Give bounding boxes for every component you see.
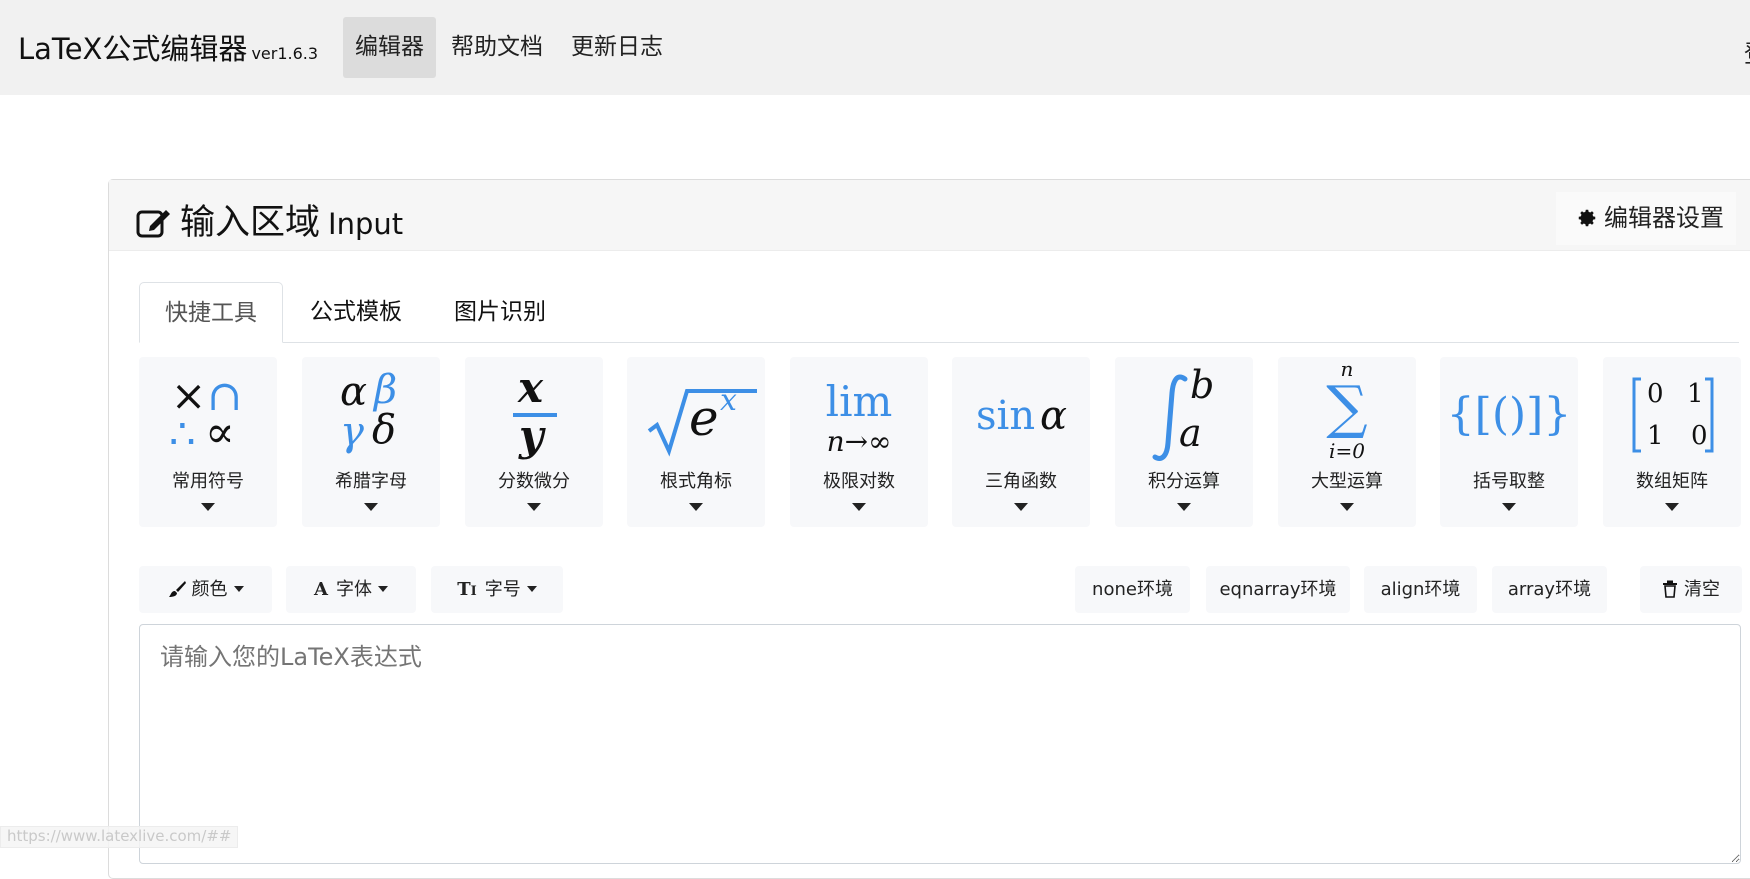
tab-quick-tools[interactable]: 快捷工具 [139, 282, 283, 343]
tool-label: 根式角标 [660, 471, 732, 492]
matrix-icon: 0 1 1 0 [1603, 363, 1741, 473]
brand-title: LaTeX公式编辑器 [18, 32, 248, 66]
tool-trig[interactable]: sin α 三角函数 [952, 357, 1090, 527]
editor-settings-button[interactable]: 编辑器设置 [1556, 192, 1736, 245]
font-dropdown-button[interactable]: A 字体 [286, 566, 416, 613]
tool-fraction[interactable]: x y 分数微分 [465, 357, 603, 527]
chevron-down-icon [852, 503, 866, 511]
input-card-header: 输入区域 Input 编辑器设置 [109, 180, 1750, 251]
chevron-down-icon [201, 503, 215, 511]
card-title-text: 输入区域 [180, 203, 321, 243]
greek-letters-icon: α β γ δ [340, 367, 398, 455]
nav-item-help[interactable]: 帮助文档 [439, 17, 555, 78]
trig-icon: sin α [976, 393, 1068, 439]
env-align-button[interactable]: align环境 [1364, 566, 1477, 613]
edit-icon [136, 206, 172, 247]
integral-icon: b a [1115, 363, 1253, 473]
limit-icon: lim n→∞ [825, 377, 893, 458]
chevron-down-icon [1665, 503, 1679, 511]
brush-icon [168, 581, 186, 597]
tool-big-operators[interactable]: n ∑ i=0 大型运算 [1278, 357, 1416, 527]
env-eqnarray-button[interactable]: eqnarray环境 [1206, 566, 1350, 613]
text-size-icon: TI [457, 579, 477, 600]
chevron-down-icon [1502, 503, 1516, 511]
tool-label: 括号取整 [1473, 471, 1545, 492]
gear-icon [1578, 209, 1596, 227]
brand-logo[interactable]: LaTeX公式编辑器 ver1.6.3 [18, 26, 318, 68]
font-icon: A [314, 579, 328, 600]
status-bar-url: https://www.latexlive.com/## [0, 826, 239, 848]
nav-item-changelog[interactable]: 更新日志 [559, 17, 675, 78]
tool-brackets[interactable]: {[()]} 括号取整 [1440, 357, 1578, 527]
brackets-icon: {[()]} [1446, 389, 1572, 440]
card-title: 输入区域 Input [136, 194, 403, 247]
latex-input[interactable] [139, 624, 1741, 864]
env-none-button[interactable]: none环境 [1075, 566, 1190, 613]
card-title-en: Input [328, 207, 404, 241]
trash-icon [1663, 580, 1677, 598]
chevron-down-icon [1340, 503, 1354, 511]
tool-label: 极限对数 [823, 471, 895, 492]
tool-limit[interactable]: lim n→∞ 极限对数 [790, 357, 928, 527]
brand-version: ver1.6.3 [251, 44, 319, 63]
chevron-down-icon [689, 503, 703, 511]
tool-greek-letters[interactable]: α β γ δ 希腊字母 [302, 357, 440, 527]
tool-label: 分数微分 [498, 471, 570, 492]
clear-button[interactable]: 清空 [1640, 566, 1742, 613]
radical-icon: e x [627, 363, 765, 473]
chevron-down-icon [1014, 503, 1028, 511]
editor-settings-label: 编辑器设置 [1604, 204, 1724, 232]
chevron-down-icon [364, 503, 378, 511]
tab-image-recognition[interactable]: 图片识别 [429, 282, 571, 343]
tool-label: 积分运算 [1148, 471, 1220, 492]
chevron-down-icon [1177, 503, 1191, 511]
nav-item-editor[interactable]: 编辑器 [343, 17, 436, 78]
fraction-icon: x y [465, 363, 603, 473]
tool-label: 三角函数 [985, 471, 1057, 492]
nav-item-login-partial[interactable]: 登 [1744, 34, 1750, 69]
tool-label: 常用符号 [172, 471, 244, 492]
env-array-button[interactable]: array环境 [1492, 566, 1607, 613]
color-dropdown-button[interactable]: 颜色 [139, 566, 272, 613]
tab-formula-templates[interactable]: 公式模板 [285, 282, 427, 343]
sum-icon: n ∑ i=0 [1326, 357, 1368, 463]
tool-label: 数组矩阵 [1636, 471, 1708, 492]
top-navbar: LaTeX公式编辑器ver1.6.3 编辑器 帮助文档 更新日志 登 [0, 0, 1750, 95]
tool-label: 大型运算 [1311, 471, 1383, 492]
chevron-down-icon [527, 503, 541, 511]
tool-label: 希腊字母 [335, 471, 407, 492]
tool-common-symbols[interactable]: × ∩ ∴ ∝ 常用符号 [139, 357, 277, 527]
tool-matrix[interactable]: 0 1 1 0 数组矩阵 [1603, 357, 1741, 527]
common-symbols-icon: × ∩ ∴ ∝ [169, 371, 243, 458]
size-dropdown-button[interactable]: TI 字号 [431, 566, 563, 613]
tool-integral[interactable]: b a 积分运算 [1115, 357, 1253, 527]
tool-radical[interactable]: e x 根式角标 [627, 357, 765, 527]
